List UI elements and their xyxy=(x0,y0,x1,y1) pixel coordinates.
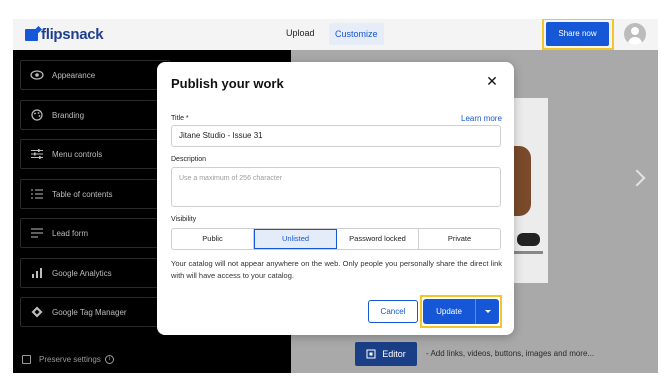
list-icon xyxy=(30,187,44,201)
sidebar-item-label: Google Tag Manager xyxy=(52,307,127,317)
page-preview-line xyxy=(513,251,543,254)
tab-customize[interactable]: Customize xyxy=(329,23,384,45)
info-icon[interactable]: i xyxy=(104,355,114,364)
sidebar-item-label: Google Analytics xyxy=(52,268,112,278)
title-label: Title * xyxy=(171,115,189,122)
sidebar-item-lead-form[interactable]: Lead form xyxy=(20,218,170,248)
editor-hint: - Add links, videos, buttons, images and… xyxy=(426,349,595,358)
logo[interactable]: flipsnack xyxy=(25,26,104,43)
sidebar-item-label: Branding xyxy=(52,110,85,120)
flipsnack-logo-icon xyxy=(25,28,38,41)
logo-text: flipsnack xyxy=(41,26,104,43)
top-bar: flipsnack Upload Customize Share now xyxy=(13,19,658,50)
sidebar-item-google-analytics[interactable]: Google Analytics xyxy=(20,258,170,288)
preserve-settings: Preserve settings i xyxy=(22,355,114,364)
palette-icon xyxy=(30,108,44,122)
sidebar-item-appearance[interactable]: Appearance xyxy=(20,60,170,90)
sidebar-item-table-of-contents[interactable]: Table of contents xyxy=(20,179,170,209)
visibility-note: Your catalog will not appear anywhere on… xyxy=(171,259,502,280)
page-preview-object xyxy=(517,233,540,246)
visibility-private[interactable]: Private xyxy=(419,229,500,249)
user-avatar-icon[interactable] xyxy=(624,23,646,45)
dialog-title: Publish your work xyxy=(171,76,284,91)
sidebar-item-label: Appearance xyxy=(52,70,96,80)
bar-chart-icon xyxy=(30,266,44,280)
chevron-down-icon[interactable] xyxy=(475,299,499,324)
editor-icon xyxy=(366,349,376,359)
sidebar-item-label: Menu controls xyxy=(52,149,103,159)
eye-icon xyxy=(30,68,44,82)
learn-more-link[interactable]: Learn more xyxy=(461,114,502,123)
sliders-icon xyxy=(30,147,44,161)
description-textarea[interactable]: Use a maximum of 256 character xyxy=(171,167,501,207)
cancel-button[interactable]: Cancel xyxy=(368,300,418,323)
sidebar-item-label: Lead form xyxy=(52,228,89,238)
sidebar-item-google-tag-manager[interactable]: Google Tag Manager xyxy=(20,297,170,327)
visibility-segmented-control: Public Unlisted Password locked Private xyxy=(171,228,501,250)
preserve-settings-checkbox[interactable] xyxy=(22,355,31,364)
update-button[interactable]: Update xyxy=(423,299,475,324)
visibility-password-locked[interactable]: Password locked xyxy=(337,229,419,249)
editor-label: Editor xyxy=(382,349,406,359)
share-now-button[interactable]: Share now xyxy=(546,22,609,46)
publish-dialog: Publish your work ✕ Title * Learn more J… xyxy=(157,62,514,335)
editor-button[interactable]: Editor xyxy=(355,342,417,366)
visibility-unlisted[interactable]: Unlisted xyxy=(254,229,337,249)
preserve-settings-label: Preserve settings xyxy=(39,355,101,364)
visibility-label: Visibility xyxy=(171,216,197,223)
visibility-public[interactable]: Public xyxy=(172,229,254,249)
form-icon xyxy=(30,226,44,240)
sidebar-item-label: Table of contents xyxy=(52,189,113,199)
diamond-icon xyxy=(30,305,44,319)
chevron-right-icon[interactable] xyxy=(628,169,646,187)
tab-upload[interactable]: Upload xyxy=(286,28,315,38)
close-icon[interactable]: ✕ xyxy=(485,74,499,88)
sidebar-item-branding[interactable]: Branding xyxy=(20,100,170,130)
description-label: Description xyxy=(171,156,207,163)
title-input[interactable]: Jitane Studio - Issue 31 xyxy=(171,125,501,147)
sidebar-item-menu-controls[interactable]: Menu controls xyxy=(20,139,170,169)
